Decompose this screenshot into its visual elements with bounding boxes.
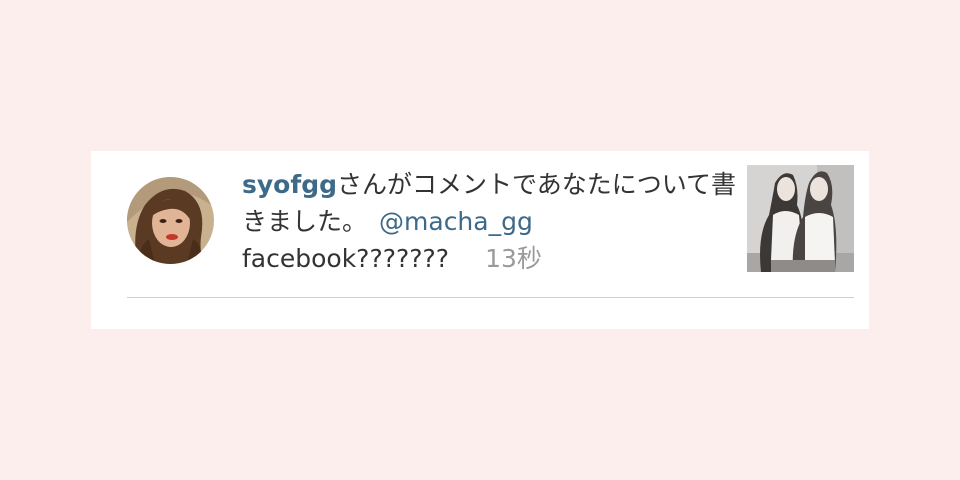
- divider: [127, 297, 854, 298]
- post-thumbnail[interactable]: [747, 165, 854, 272]
- timestamp: 13秒: [485, 244, 542, 273]
- notification-text: syofggさんがコメントであなたについて書きました。 @macha_gg fac…: [242, 166, 742, 277]
- notification-item[interactable]: syofggさんがコメントであなたについて書きました。 @macha_gg fac…: [91, 151, 869, 329]
- mention-link[interactable]: @macha_gg: [379, 207, 533, 236]
- user-avatar[interactable]: [127, 177, 214, 264]
- comment-text: facebook???????: [242, 244, 450, 273]
- username-link[interactable]: syofgg: [242, 170, 337, 199]
